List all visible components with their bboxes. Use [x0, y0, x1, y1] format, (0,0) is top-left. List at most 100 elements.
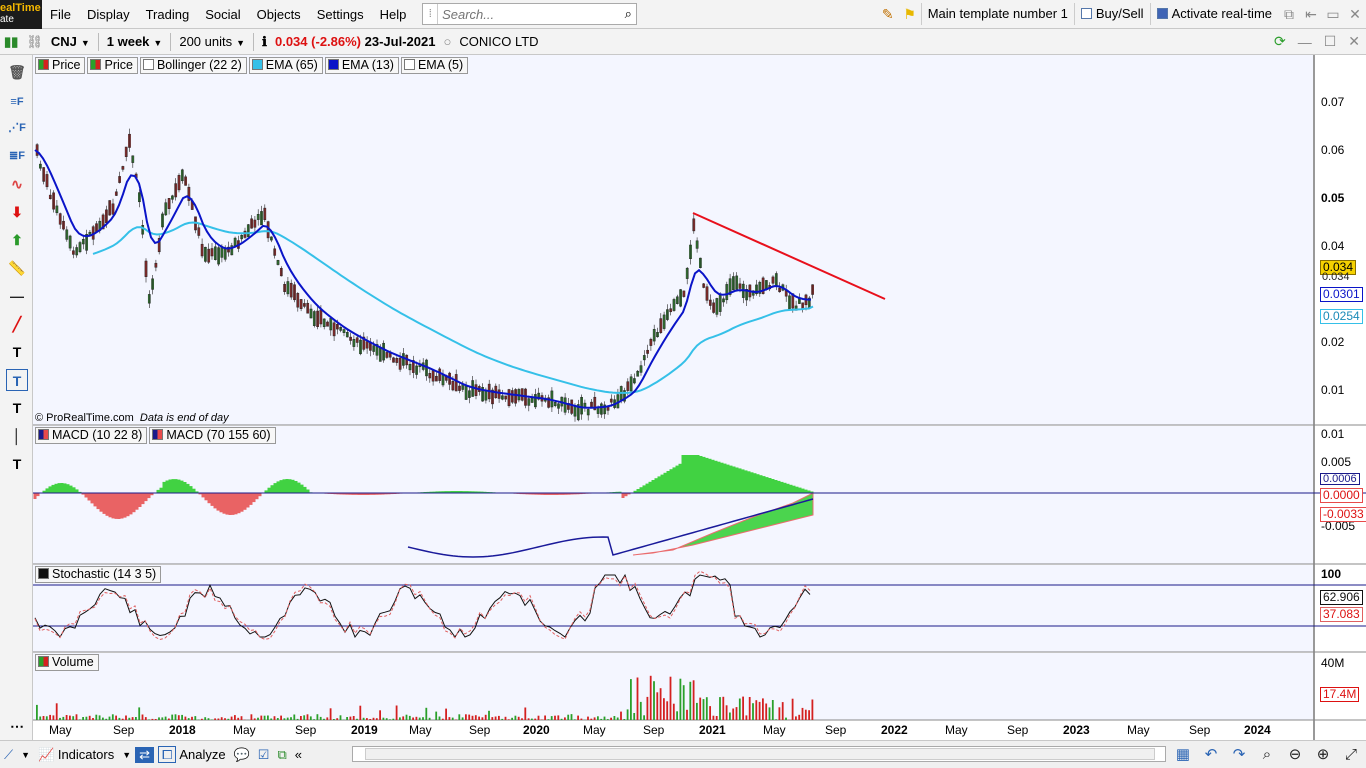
sell-arrow-icon[interactable]: ⬇ — [6, 201, 28, 223]
volume-bar — [451, 717, 454, 720]
chevron-down-icon[interactable]: ▼ — [118, 750, 135, 760]
menu-trading[interactable]: Trading — [138, 0, 198, 29]
scrollbar-thumb[interactable] — [365, 748, 1155, 760]
chart-canvas[interactable] — [33, 55, 1366, 740]
volume-bar — [306, 714, 309, 720]
template-selector[interactable]: Main template number 1 — [920, 3, 1074, 25]
info-icon[interactable]: ℹ — [258, 34, 271, 50]
buy-sell-checkbox[interactable] — [1080, 8, 1092, 19]
search-input[interactable] — [438, 6, 621, 22]
search-icon[interactable]: ⌕ — [620, 6, 636, 22]
volume-bar — [471, 715, 474, 720]
curve-tool-icon[interactable]: ∿ — [6, 173, 28, 195]
symbol-selector[interactable]: CNJ ▼ — [47, 34, 94, 49]
volume-bar — [260, 715, 263, 720]
alert-flag-icon[interactable]: ⚑ — [899, 3, 921, 25]
volume-bar — [659, 688, 662, 720]
legend-ema13[interactable]: EMA (13) — [324, 57, 399, 74]
horizontal-line-icon[interactable]: — — [6, 285, 28, 307]
zoom-fit-icon[interactable]: ⌕ — [1256, 744, 1278, 766]
multi-chart-icon[interactable]: ▦ — [1172, 744, 1194, 766]
menu-help[interactable]: Help — [372, 0, 415, 29]
data-note: Data is end of day — [139, 412, 229, 424]
chart-area[interactable]: Price Price Bollinger (22 2) EMA (65) EM… — [33, 55, 1366, 740]
share-icon[interactable]: ⇄ — [135, 746, 155, 763]
chevron-down-icon[interactable]: ▼ — [17, 750, 34, 760]
volume-bar — [498, 715, 500, 720]
maximize-icon[interactable]: ▭ — [1322, 3, 1344, 25]
volume-bar — [580, 718, 583, 720]
volume-bar — [329, 708, 332, 720]
text-box-tool-icon[interactable]: T — [6, 369, 28, 391]
zoom-controls: ▦ ↶ ↷ ⌕ ⊖ ⊕ ⤢ — [1172, 744, 1362, 766]
menu-social[interactable]: Social — [197, 0, 248, 29]
menu-display[interactable]: Display — [79, 0, 138, 29]
units-selector[interactable]: 200 units ▼ — [175, 34, 249, 49]
volume-bar — [316, 714, 319, 720]
undo-icon[interactable]: ↶ — [1200, 744, 1222, 766]
menu-settings[interactable]: Settings — [309, 0, 372, 29]
volume-bar — [491, 717, 494, 720]
fibonacci-fan-icon[interactable]: ⋰F — [6, 117, 28, 139]
zoom-in-icon[interactable]: ⊕ — [1312, 744, 1334, 766]
menu-objects[interactable]: Objects — [249, 0, 309, 29]
legend-macd-fast[interactable]: MACD (10 22 8) — [35, 427, 148, 444]
indicators-button[interactable]: 📈 Indicators — [34, 747, 118, 763]
volume-bar — [375, 718, 378, 720]
x-axis-label: 2024 — [1244, 723, 1271, 737]
link-icon[interactable]: ⛓ — [22, 34, 47, 50]
ruler-icon[interactable]: 📏 — [6, 257, 28, 279]
legend-stochastic[interactable]: Stochastic (14 3 5) — [35, 566, 162, 583]
zoom-out-icon[interactable]: ⊖ — [1284, 744, 1306, 766]
expand-icon[interactable]: ⤢ — [1340, 744, 1362, 766]
legend-ema65[interactable]: EMA (65) — [248, 57, 323, 74]
volume-bar — [620, 711, 622, 720]
volume-axis-top: 40M — [1321, 656, 1345, 670]
fibonacci-icon[interactable]: ≡F — [6, 91, 28, 113]
chart-minimize-icon[interactable]: — — [1292, 34, 1318, 50]
volume-bar — [630, 679, 632, 720]
vertical-line-icon[interactable]: │ — [6, 425, 28, 447]
menu-file[interactable]: File — [42, 0, 79, 29]
chart-check-icon[interactable]: ☑ — [254, 747, 274, 763]
price-axis-label: 0.01 — [1321, 383, 1345, 397]
close-icon[interactable]: ✕ — [1344, 3, 1366, 25]
legend-macd-slow[interactable]: MACD (70 155 60) — [149, 427, 276, 444]
legend-bollinger[interactable]: Bollinger (22 2) — [139, 57, 247, 74]
chat-icon[interactable]: 💬 — [230, 747, 254, 763]
volume-bar — [646, 696, 649, 720]
volume-bar — [257, 717, 259, 720]
detach-window-icon[interactable]: ⧉ — [1278, 3, 1300, 25]
buy-arrow-icon[interactable]: ⬆ — [6, 229, 28, 251]
pencil-tools-icon[interactable]: ✎ — [877, 3, 899, 25]
analyze-button[interactable]: ⧠ Analyze — [154, 745, 230, 763]
scroll-left-icon[interactable]: « — [291, 747, 306, 762]
legend-price-1[interactable]: Price — [35, 57, 86, 74]
legend-ema5[interactable]: EMA (5) — [400, 57, 469, 74]
minimize-icon[interactable]: ⇤ — [1300, 3, 1322, 25]
volume-bar — [758, 701, 761, 720]
activate-realtime-button[interactable]: Activate real-time — [1149, 3, 1278, 25]
text-tool-icon[interactable]: T — [6, 341, 28, 363]
fibonacci-retracement-icon[interactable]: ≣F — [6, 145, 28, 167]
app-menu-icon[interactable]: ⟋ — [0, 747, 17, 763]
chart-type-icon[interactable]: ▮▮ — [0, 34, 22, 50]
screener-icon[interactable]: ⧉ — [273, 747, 290, 763]
horizontal-scrollbar[interactable] — [352, 746, 1166, 762]
legend-volume[interactable]: Volume — [35, 654, 99, 671]
redo-icon[interactable]: ↷ — [1228, 744, 1250, 766]
market-status-icon: ○ — [443, 34, 452, 49]
buy-sell-toggle[interactable]: Buy/Sell — [1073, 3, 1150, 25]
chart-maximize-icon[interactable]: ☐ — [1318, 33, 1343, 50]
chart-close-icon[interactable]: ✕ — [1342, 33, 1366, 50]
trash-icon[interactable]: 🗑 — [6, 61, 28, 83]
text-label-tool-icon[interactable]: T — [6, 397, 28, 419]
brand-line1: ealTime — [0, 1, 41, 14]
volume-bar — [656, 692, 659, 720]
text-note-tool-icon[interactable]: T — [6, 453, 28, 475]
more-tools-icon[interactable]: ⋯ — [6, 715, 28, 737]
refresh-icon[interactable]: ⟳ — [1268, 33, 1292, 50]
trendline-tool-icon[interactable]: ╱ — [6, 313, 28, 335]
legend-price-2[interactable]: Price — [87, 57, 138, 74]
timeframe-selector[interactable]: 1 week ▼ — [103, 34, 167, 49]
